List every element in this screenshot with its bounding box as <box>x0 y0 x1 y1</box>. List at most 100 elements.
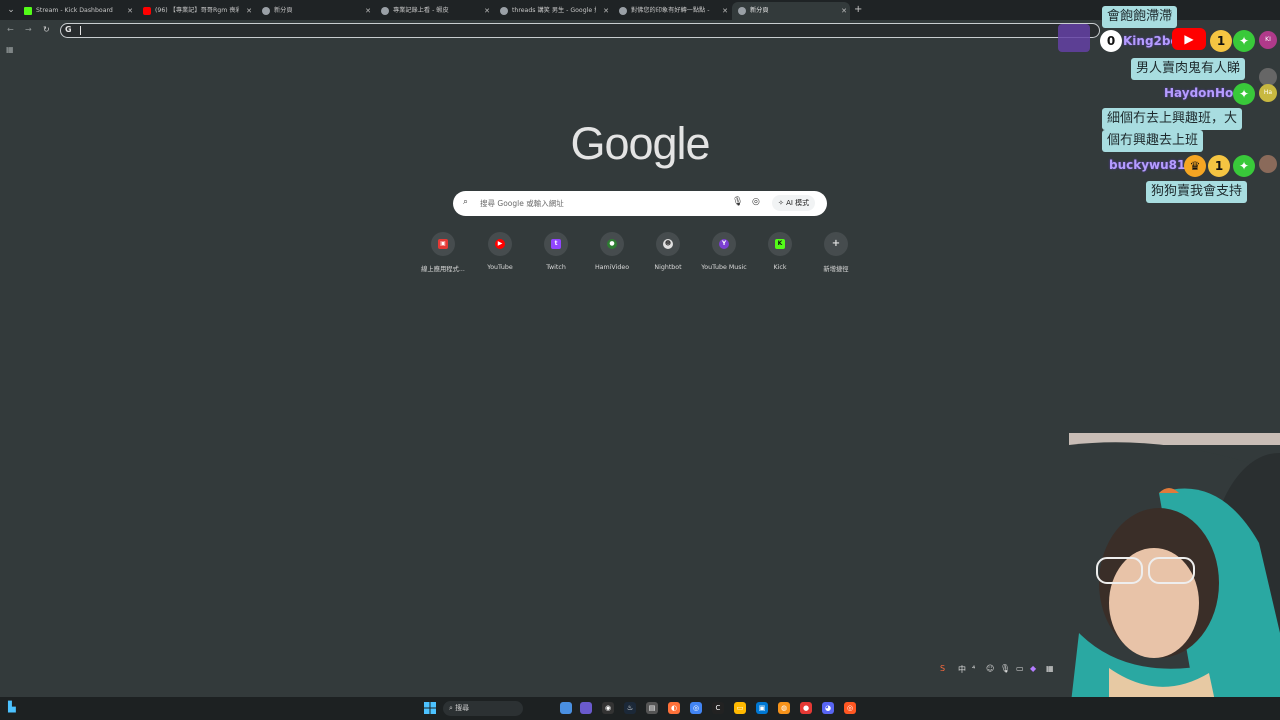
avatar: Ha <box>1259 84 1277 102</box>
chat-message: 男人賣肉鬼有人睇 <box>1131 58 1246 80</box>
google-icon <box>500 7 508 15</box>
shortcut-add[interactable]: + 新增捷徑 <box>808 232 864 273</box>
obs-icon[interactable]: ◉ <box>602 702 614 714</box>
new-tab-plus-icon[interactable]: + <box>854 4 862 16</box>
youtube-icon <box>143 7 151 15</box>
text-caret <box>80 26 81 35</box>
grid-icon[interactable]: ▦ <box>1046 664 1054 673</box>
ime-indicator[interactable]: 中 <box>958 664 966 675</box>
tab-search-icon[interactable]: ⌄ <box>4 3 18 17</box>
app-icon[interactable]: C <box>712 702 724 714</box>
file-explorer-icon[interactable]: ▭ <box>734 702 746 714</box>
app-icon[interactable]: ◍ <box>778 702 790 714</box>
web-apps-icon: ▣ <box>438 239 448 249</box>
search-placeholder: 搜尋 Google 或輸入網址 <box>480 199 564 208</box>
shortcut-kick[interactable]: K Kick <box>752 232 808 271</box>
reload-icon[interactable]: ↻ <box>43 25 50 34</box>
task-view-icon[interactable] <box>560 702 572 714</box>
chat-app-icon[interactable] <box>580 702 592 714</box>
badge-one-icon: 1 <box>1208 155 1230 177</box>
app-icon[interactable]: ● <box>800 702 812 714</box>
crown-badge-icon: ♛ <box>1184 155 1206 177</box>
close-tab-icon[interactable]: ✕ <box>603 2 609 20</box>
globe-icon <box>619 7 627 15</box>
chat-message: 狗狗賣我會支持 <box>1146 181 1248 203</box>
search-icon: ⌕ <box>449 704 453 712</box>
youtube-music-icon: Y <box>719 239 729 249</box>
browser-tab[interactable]: 新分頁 ✕ <box>256 2 374 20</box>
shortcut-twitch[interactable]: t Twitch <box>528 232 584 271</box>
globe-icon <box>262 7 270 15</box>
youtube-icon: ▶ <box>1172 28 1206 50</box>
browser-tab-active[interactable]: 新分頁 ✕ <box>732 2 850 20</box>
kick-icon: K <box>775 239 785 249</box>
chrome-icon[interactable]: ◎ <box>690 702 702 714</box>
close-tab-icon[interactable]: ✕ <box>246 2 252 20</box>
chat-message: 個冇興趣去上班 <box>1102 130 1204 152</box>
tab-strip: ⌄ Stream - Kick Dashboard ✕ (96) 【專業記】哥哥… <box>0 0 1280 20</box>
store-icon[interactable]: ▣ <box>756 702 768 714</box>
microphone-icon[interactable]: 🎙 <box>732 197 743 207</box>
steam-icon[interactable]: ♨ <box>624 702 636 714</box>
streamer-webcam-image <box>1069 433 1280 720</box>
shortcut-nightbot[interactable]: ☻ Nightbot <box>640 232 696 271</box>
discord-icon[interactable]: ◕ <box>822 702 834 714</box>
windows-start-icon[interactable] <box>424 702 436 714</box>
sparkle-badge-icon: ✦ <box>1233 83 1255 105</box>
avatar <box>1259 155 1277 173</box>
browser-tab[interactable]: Stream - Kick Dashboard ✕ <box>18 2 136 20</box>
browser-tab[interactable]: 專業記錄上看 - 蝦皮 ✕ <box>375 2 493 20</box>
close-tab-icon[interactable]: ✕ <box>722 2 728 20</box>
app-tray-icon[interactable]: S <box>940 664 945 673</box>
forward-arrow-icon[interactable]: → <box>25 25 32 34</box>
globe-icon <box>738 7 746 15</box>
avatar: KI <box>1259 31 1277 49</box>
address-bar[interactable]: G <box>60 23 1100 38</box>
firefox-icon[interactable]: ◐ <box>668 702 680 714</box>
emoji-icon[interactable]: ☺ <box>986 664 994 673</box>
chat-message: 會飽飽滯滯 <box>1102 6 1178 28</box>
kick-icon <box>24 7 32 15</box>
chat-username: buckywu815 <box>1109 158 1194 172</box>
shortcut-youtube[interactable]: ▶ YouTube <box>472 232 528 271</box>
windows-taskbar: ▙ ⌕ 搜尋 ◉ ♨ ▤ ◐ ◎ C ▭ ▣ ◍ ● ◕ ◎ <box>0 697 1280 720</box>
globe-icon <box>381 7 389 15</box>
ai-mode-button[interactable]: ✧ AI 模式 <box>772 195 816 211</box>
ime-settings-icon[interactable]: ⁴ <box>972 664 975 673</box>
close-tab-icon[interactable]: ✕ <box>484 2 490 20</box>
nightbot-icon: ☻ <box>663 239 673 249</box>
google-search-box[interactable]: ⌕ 搜尋 Google 或輸入網址 🎙 ◎ ✧ AI 模式 <box>453 191 827 216</box>
twitch-icon <box>1058 24 1090 52</box>
close-tab-icon[interactable]: ✕ <box>127 2 133 20</box>
microphone-icon[interactable]: 🎙 <box>1000 664 1010 673</box>
shortcut-youtube-music[interactable]: Y YouTube Music <box>696 232 752 271</box>
app-tray-icon[interactable]: ◆ <box>1030 664 1036 673</box>
badge-one-icon: 1 <box>1210 30 1232 52</box>
badge-zero-icon: 0 <box>1100 30 1122 52</box>
shortcut-web-apps[interactable]: ▣ 線上應用程式... <box>415 232 471 273</box>
google-g-icon: G <box>65 25 72 34</box>
chat-message: 細個冇去上興趣班，大 <box>1102 108 1243 130</box>
browser-icon[interactable]: ◎ <box>844 702 856 714</box>
plus-icon: + <box>831 238 841 249</box>
youtube-icon: ▶ <box>495 239 505 249</box>
widgets-icon[interactable]: ▙ <box>8 702 16 713</box>
browser-tab[interactable]: 對佛您的印象有好轉一點點 - ✕ <box>613 2 731 20</box>
google-logo: Google <box>570 118 710 169</box>
browser-tab[interactable]: threads 講笑 男生 - Google 搜 ✕ <box>494 2 612 20</box>
google-lens-icon[interactable]: ◎ <box>752 197 760 207</box>
search-icon: ⌕ <box>463 197 469 207</box>
window-icon[interactable]: ▭ <box>1016 664 1024 673</box>
back-arrow-icon[interactable]: ← <box>7 25 14 34</box>
taskbar-search-box[interactable]: ⌕ 搜尋 <box>443 701 523 716</box>
apps-grid-icon[interactable]: ▦ <box>6 45 14 54</box>
webcam-overlay <box>1069 433 1280 720</box>
sparkle-badge-icon: ✦ <box>1233 155 1255 177</box>
browser-tab[interactable]: (96) 【專業記】哥哥Rgm 喪彩 ✕ <box>137 2 255 20</box>
close-tab-icon[interactable]: ✕ <box>841 2 847 20</box>
twitch-icon: t <box>551 239 561 249</box>
shortcut-hamivideo[interactable]: ● HamiVideo <box>584 232 640 271</box>
close-tab-icon[interactable]: ✕ <box>365 2 371 20</box>
chat-username: King2bo <box>1123 34 1179 48</box>
terminal-icon[interactable]: ▤ <box>646 702 658 714</box>
